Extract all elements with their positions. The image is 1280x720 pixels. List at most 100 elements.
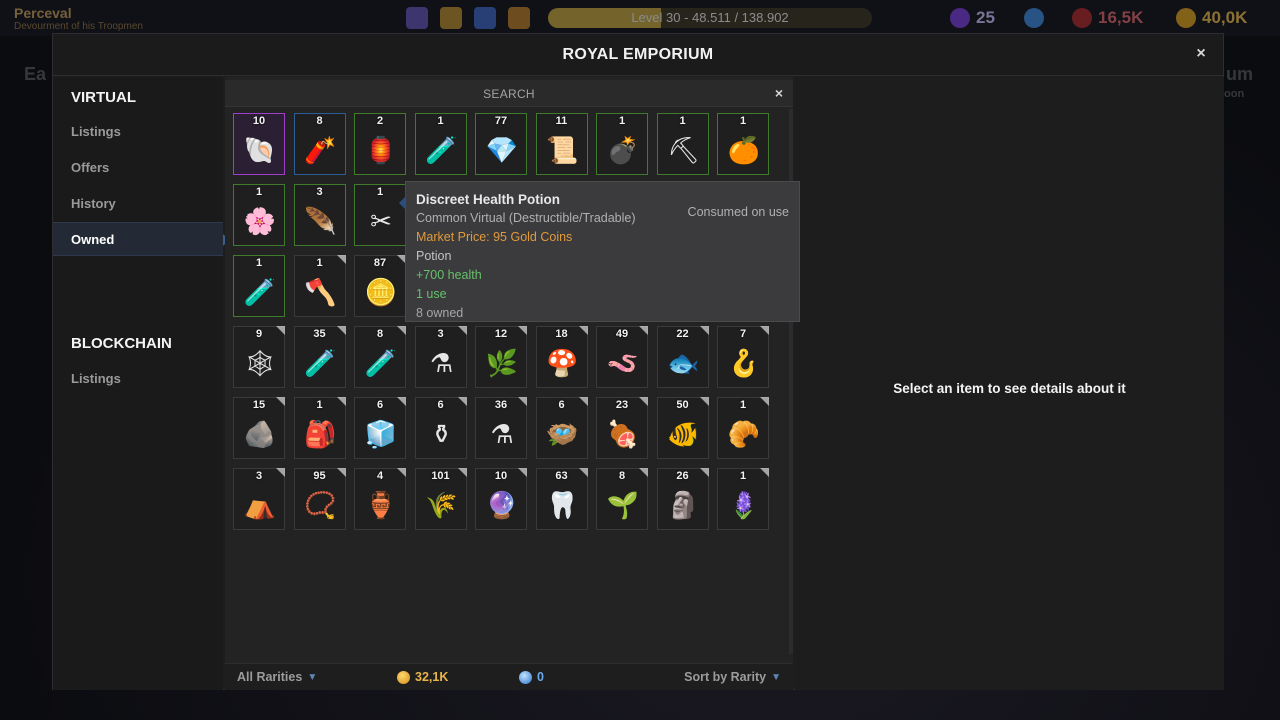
inventory-slot[interactable]: 1 🧪 [414,113,467,175]
inventory-slot[interactable]: 1 ✂ [354,184,406,246]
bg-right-text: um [1226,64,1253,84]
item-quantity: 35 [313,328,326,340]
purple-shard-icon: 🔮 [485,490,519,520]
item-quantity: 26 [676,470,689,482]
gem-balance: 0 [519,670,544,684]
item-quantity: 49 [615,328,629,340]
pickaxe-icon: ⛏ [666,135,700,165]
stone-icon: 🪨 [243,419,277,449]
rarity-filter-dropdown[interactable]: All Rarities ▼ [237,670,317,684]
inventory-slot[interactable]: 2 🏮 [354,113,406,175]
inventory-slot[interactable]: 1 🎒 [293,397,346,459]
inventory-slot[interactable]: 1 🪻 [717,468,769,530]
gold-balance-value: 32,1K [415,670,449,684]
player-subtitle: Devourment of his Troopmen [14,21,143,32]
inventory-slot[interactable]: 3 🪶 [293,184,346,246]
item-quantity: 12 [494,328,508,340]
item-quantity: 1 [679,115,686,127]
level-progress-bar: Level 30 - 48.511 / 138.902 [548,8,872,28]
inventory-slot[interactable]: 23 🍖 [596,397,648,459]
item-quantity: 7 [739,328,747,340]
inventory-slot[interactable]: 49 🪱 [596,326,648,388]
shield-icon[interactable] [474,7,496,29]
inventory-slot[interactable]: 7 🪝 [717,326,769,388]
inventory-slot[interactable]: 1 🪓 [293,255,346,317]
hud-gems: 25 [950,8,995,28]
sidebar-item-history[interactable]: History [53,187,223,221]
inventory-slot[interactable]: 3 ⛺ [233,468,285,530]
inventory-slot[interactable]: 1 🧪 [233,255,285,317]
chevron-down-icon: ▼ [307,671,318,683]
inventory-slot[interactable]: 35 🧪 [293,326,346,388]
blue-tent-icon: ⛺ [243,490,277,520]
tooltip-uses: 1 use [416,287,447,301]
sidebar-item-blockchain-listings[interactable]: Listings [53,362,223,396]
item-quantity: 1 [255,186,263,198]
inventory-slot[interactable]: 9 🕸 [233,326,285,388]
inventory-slot[interactable]: 8 🧪 [354,326,406,388]
inventory-slot[interactable]: 12 🌿 [475,326,527,388]
virtual-header: VIRTUAL [71,89,136,106]
inventory-slot[interactable]: 15 🪨 [233,397,285,459]
item-quantity: 1 [316,257,323,269]
red-bag-icon: 🎒 [304,419,337,449]
inventory-slot[interactable]: 1 💣 [596,113,648,175]
inventory-slot[interactable]: 8 🧨 [293,113,346,175]
sidebar-item-offers[interactable]: Offers [53,151,223,185]
inventory-slot[interactable]: 1 ⛏ [656,113,709,175]
scroll-icon: 📜 [546,135,579,165]
inventory-slot[interactable]: 63 🦷 [535,468,588,530]
item-quantity: 87 [373,257,387,269]
inventory-panel: SEARCH × 10 🐚 8 🧨 2 🏮 1 🧪 77 💎 11 📜 1 💣 1 ⛏ 1 🍊 1 🌸 3 🪶 1 ✂ 1 🧪 1 🪓… [225,77,793,690]
player-name: Perceval [14,5,72,21]
inventory-slot[interactable]: 1 🥐 [717,397,769,459]
item-quantity: 36 [494,399,508,411]
inventory-slot[interactable]: 6 ⚱ [414,397,467,459]
item-quantity: 10 [494,470,508,482]
medal-icon[interactable] [508,7,530,29]
hud-gold-value: 40,0K [1202,8,1248,27]
sort-dropdown[interactable]: Sort by Rarity ▼ [684,670,781,684]
feather-icon: 🪶 [304,206,337,236]
trophy-icon[interactable] [440,7,462,29]
inventory-slot[interactable]: 26 🗿 [656,468,709,530]
inventory-slot[interactable]: 87 🪙 [354,255,406,317]
pearl-string-icon: 📿 [304,490,337,520]
inventory-slot[interactable]: 11 📜 [535,113,588,175]
inventory-slot[interactable]: 4 🏺 [354,468,406,530]
inventory-slot[interactable]: 3 ⚗ [414,326,467,388]
inventory-slot[interactable]: 101 🌾 [414,468,467,530]
black-flask-icon: ⚱ [430,419,453,449]
inventory-slot[interactable]: 95 📿 [293,468,346,530]
inventory-slot[interactable]: 10 🔮 [475,468,527,530]
inventory-slot[interactable]: 22 🐟 [656,326,709,388]
sidebar-item-owned[interactable]: Owned [53,222,229,256]
inventory-slot[interactable]: 1 🌸 [233,184,285,246]
close-window-button[interactable]: × [1191,44,1211,64]
inventory-slot[interactable]: 1 🍊 [717,113,769,175]
teeth-icon: 🦷 [546,490,579,520]
inventory-slot[interactable]: 18 🍄 [535,326,588,388]
inventory-slot[interactable]: 77 💎 [475,113,527,175]
purple-flowers-icon: 🌸 [243,206,277,236]
search-label: SEARCH [483,87,535,101]
search-bar[interactable]: SEARCH × [225,80,793,107]
green-potion-icon: 🧪 [425,135,458,165]
inventory-slot[interactable]: 10 🐚 [233,113,285,175]
book-icon[interactable] [406,7,428,29]
sidebar-item-owned-label: Owned [71,232,115,247]
item-quantity: 4 [376,470,384,482]
tooltip-arrow-icon [399,196,406,210]
tooltip-market-price: Market Price: 95 Gold Coins [416,230,573,244]
sidebar-item-listings[interactable]: Listings [53,115,223,149]
item-quantity: 50 [676,399,689,411]
inventory-slot[interactable]: 36 ⚗ [475,397,527,459]
search-close-button[interactable]: × [769,83,789,103]
inventory-slot[interactable]: 6 🪺 [535,397,588,459]
inventory-slot[interactable]: 6 🧊 [354,397,406,459]
item-quantity: 15 [252,399,266,411]
orange-potion-icon: 🍊 [727,135,761,165]
inventory-slot[interactable]: 50 🐠 [656,397,709,459]
inventory-footer: All Rarities ▼ 32,1K 0 Sort by Rarity ▼ [225,663,793,690]
inventory-slot[interactable]: 8 🌱 [596,468,648,530]
